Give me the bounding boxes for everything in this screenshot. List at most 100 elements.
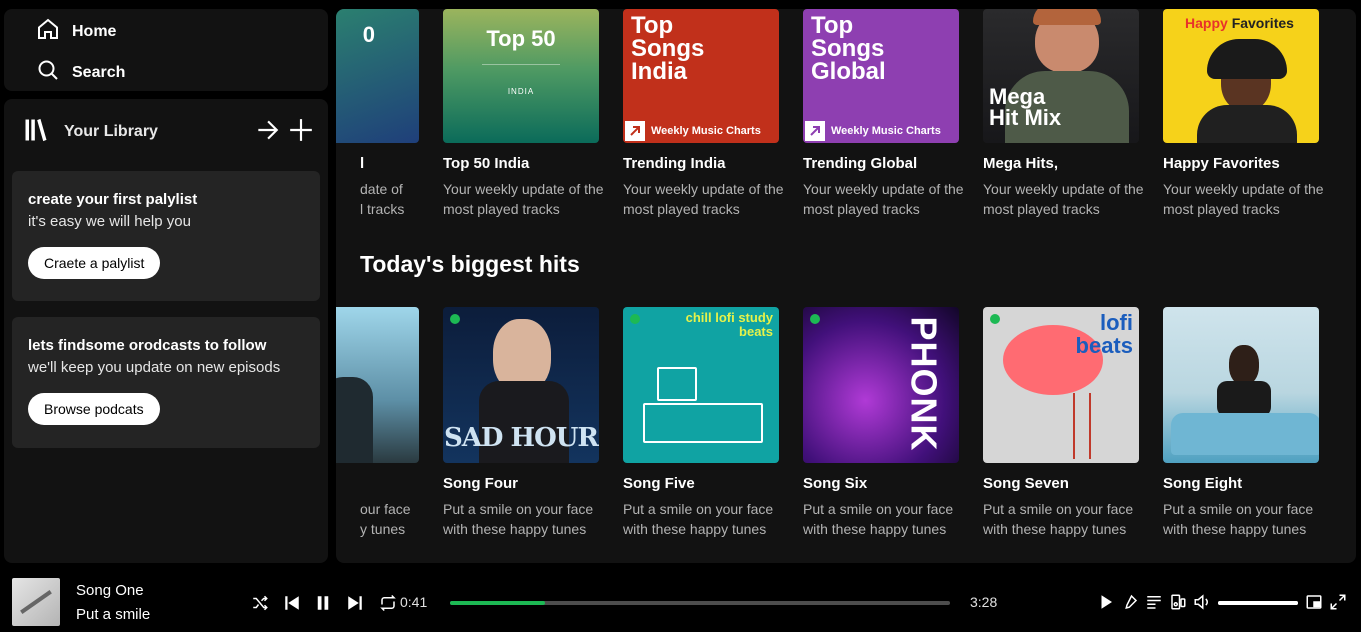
volume-fill [1218, 601, 1298, 605]
album-cover[interactable]: Top Songs India Weekly Music Charts [623, 9, 779, 143]
card-title[interactable]: Top 50 India [443, 155, 529, 172]
chart-band: Weekly Music Charts [623, 119, 779, 143]
cover-subtitle: INDIA [507, 87, 535, 96]
fullscreen-icon[interactable] [1329, 593, 1347, 611]
card-title[interactable]: Mega Hits, [983, 155, 1058, 172]
podcast-subtitle: we'll keep you update on new episods [28, 359, 281, 376]
create-playlist-button[interactable]: Craete a palylist [28, 247, 161, 279]
chart-label: Weekly Music Charts [831, 125, 941, 137]
arrow-right-icon[interactable] [254, 117, 280, 148]
divider [482, 64, 560, 65]
now-playing-cover[interactable] [12, 578, 60, 626]
cover-title: Top Songs Global [811, 12, 886, 85]
person-hair [1207, 39, 1287, 79]
nav-search[interactable]: Search [36, 58, 125, 87]
card-desc: Your weekly update of the most played tr… [803, 181, 964, 217]
queue-icon[interactable] [1145, 593, 1163, 611]
library-panel: Your Library create your first palylist … [4, 99, 328, 563]
card-title[interactable]: Song Four [443, 475, 518, 492]
album-cover[interactable]: 0 [336, 9, 419, 143]
card-desc: Your weekly update of the most played tr… [983, 181, 1144, 217]
cover-car [1171, 413, 1319, 455]
now-playing-artist[interactable]: Put a smile [76, 606, 150, 623]
player-bar: Song One Put a smile 0:41 3:28 [0, 572, 1361, 632]
podcast-title: lets findsome orodcasts to follow [28, 337, 267, 354]
album-cover[interactable]: Mega Hit Mix [983, 9, 1139, 143]
arrow-up-right-icon [805, 121, 825, 141]
album-cover[interactable] [1163, 307, 1319, 463]
now-playing-title[interactable]: Song One [76, 582, 144, 599]
progress-fill [450, 601, 545, 605]
nav-home[interactable]: Home [36, 17, 116, 46]
card-title[interactable]: Trending Global [803, 155, 917, 172]
pause-icon[interactable] [314, 594, 332, 612]
card-desc: Put a smile on your face with these happ… [983, 501, 1134, 537]
album-cover[interactable] [336, 307, 419, 463]
card-title[interactable]: Song Eight [1163, 475, 1242, 492]
library-toggle[interactable]: Your Library [22, 116, 158, 149]
previous-icon[interactable] [283, 594, 301, 612]
card-title[interactable]: Happy Favorites [1163, 155, 1280, 172]
cover-text: chill lofi study beats [685, 310, 773, 340]
create-playlist-title: create your first palylist [28, 191, 198, 208]
album-cover[interactable]: Top 50 INDIA [443, 9, 599, 143]
spotify-icon [450, 314, 460, 324]
cover-text: PHONK [903, 316, 945, 452]
cover-text: SAD HOUR [443, 423, 599, 453]
chart-band: Weekly Music Charts [803, 119, 959, 143]
podcast-card: lets findsome orodcasts to follow we'll … [12, 317, 320, 448]
person-head [1229, 345, 1259, 385]
library-icon [22, 116, 50, 149]
browse-podcasts-button[interactable]: Browse podcats [28, 393, 160, 425]
now-playing-view-icon[interactable] [1097, 593, 1115, 611]
card-desc: Your weekly update of the most played tr… [623, 181, 784, 217]
cover-text: lofi beats [1075, 310, 1133, 359]
album-cover[interactable]: Top Songs Global Weekly Music Charts [803, 9, 959, 143]
sidebar-nav: Home Search [4, 9, 328, 91]
spotify-icon [990, 314, 1000, 324]
spotify-icon [630, 314, 640, 324]
card-title[interactable]: Trending India [623, 155, 726, 172]
next-icon[interactable] [346, 594, 364, 612]
album-cover[interactable]: chill lofi study beats [623, 307, 779, 463]
cover-title-a: Happy [1185, 15, 1228, 31]
create-playlist-subtitle: it's easy we will help you [28, 213, 191, 230]
nav-home-label: Home [72, 22, 117, 40]
chart-label: Weekly Music Charts [651, 125, 761, 137]
library-title: Your Library [64, 123, 158, 140]
cover-title-b: Favorites [1231, 15, 1294, 31]
cover-desk [643, 403, 763, 443]
main-content: 0 l date of l tracks Top 50 INDIA Top 50… [336, 9, 1356, 563]
cover-figure [336, 377, 373, 463]
connect-device-icon[interactable] [1169, 593, 1187, 611]
cover-title: Mega Hit Mix [989, 84, 1062, 130]
progress-bar[interactable] [450, 601, 950, 605]
shuffle-icon[interactable] [251, 594, 269, 612]
repeat-icon[interactable] [379, 594, 397, 612]
card-title[interactable]: Song Seven [983, 475, 1069, 492]
duration-time: 3:28 [970, 594, 998, 610]
cover-title: Happy Favorites [1185, 15, 1294, 31]
card-title[interactable]: Song Six [803, 475, 867, 492]
spotify-icon [810, 314, 820, 324]
card-desc: Your weekly update of the most played tr… [443, 181, 604, 217]
create-playlist-card: create your first palylist it's easy we … [12, 171, 320, 301]
volume-icon[interactable] [1193, 593, 1211, 611]
miniplayer-icon[interactable] [1305, 593, 1323, 611]
album-cover[interactable]: lofi beats [983, 307, 1139, 463]
volume-slider[interactable] [1218, 601, 1298, 605]
album-cover[interactable]: Happy Favorites [1163, 9, 1319, 143]
album-cover[interactable]: SAD HOUR [443, 307, 599, 463]
card-title[interactable]: Song Five [623, 475, 695, 492]
arrow-up-right-icon [625, 121, 645, 141]
card-desc: Your weekly update of the most played tr… [1163, 181, 1324, 217]
card-desc: Put a smile on your face with these happ… [443, 501, 594, 537]
cover-title: Top 50 [486, 26, 556, 51]
card-desc: Put a smile on your face with these happ… [623, 501, 774, 537]
cover-title: Top Songs India [631, 12, 705, 85]
microphone-icon[interactable] [1121, 593, 1139, 611]
search-icon [36, 58, 60, 87]
plus-icon[interactable] [288, 117, 314, 148]
album-cover[interactable]: PHONK [803, 307, 959, 463]
card-desc: Put a smile on your face with these happ… [1163, 501, 1314, 537]
